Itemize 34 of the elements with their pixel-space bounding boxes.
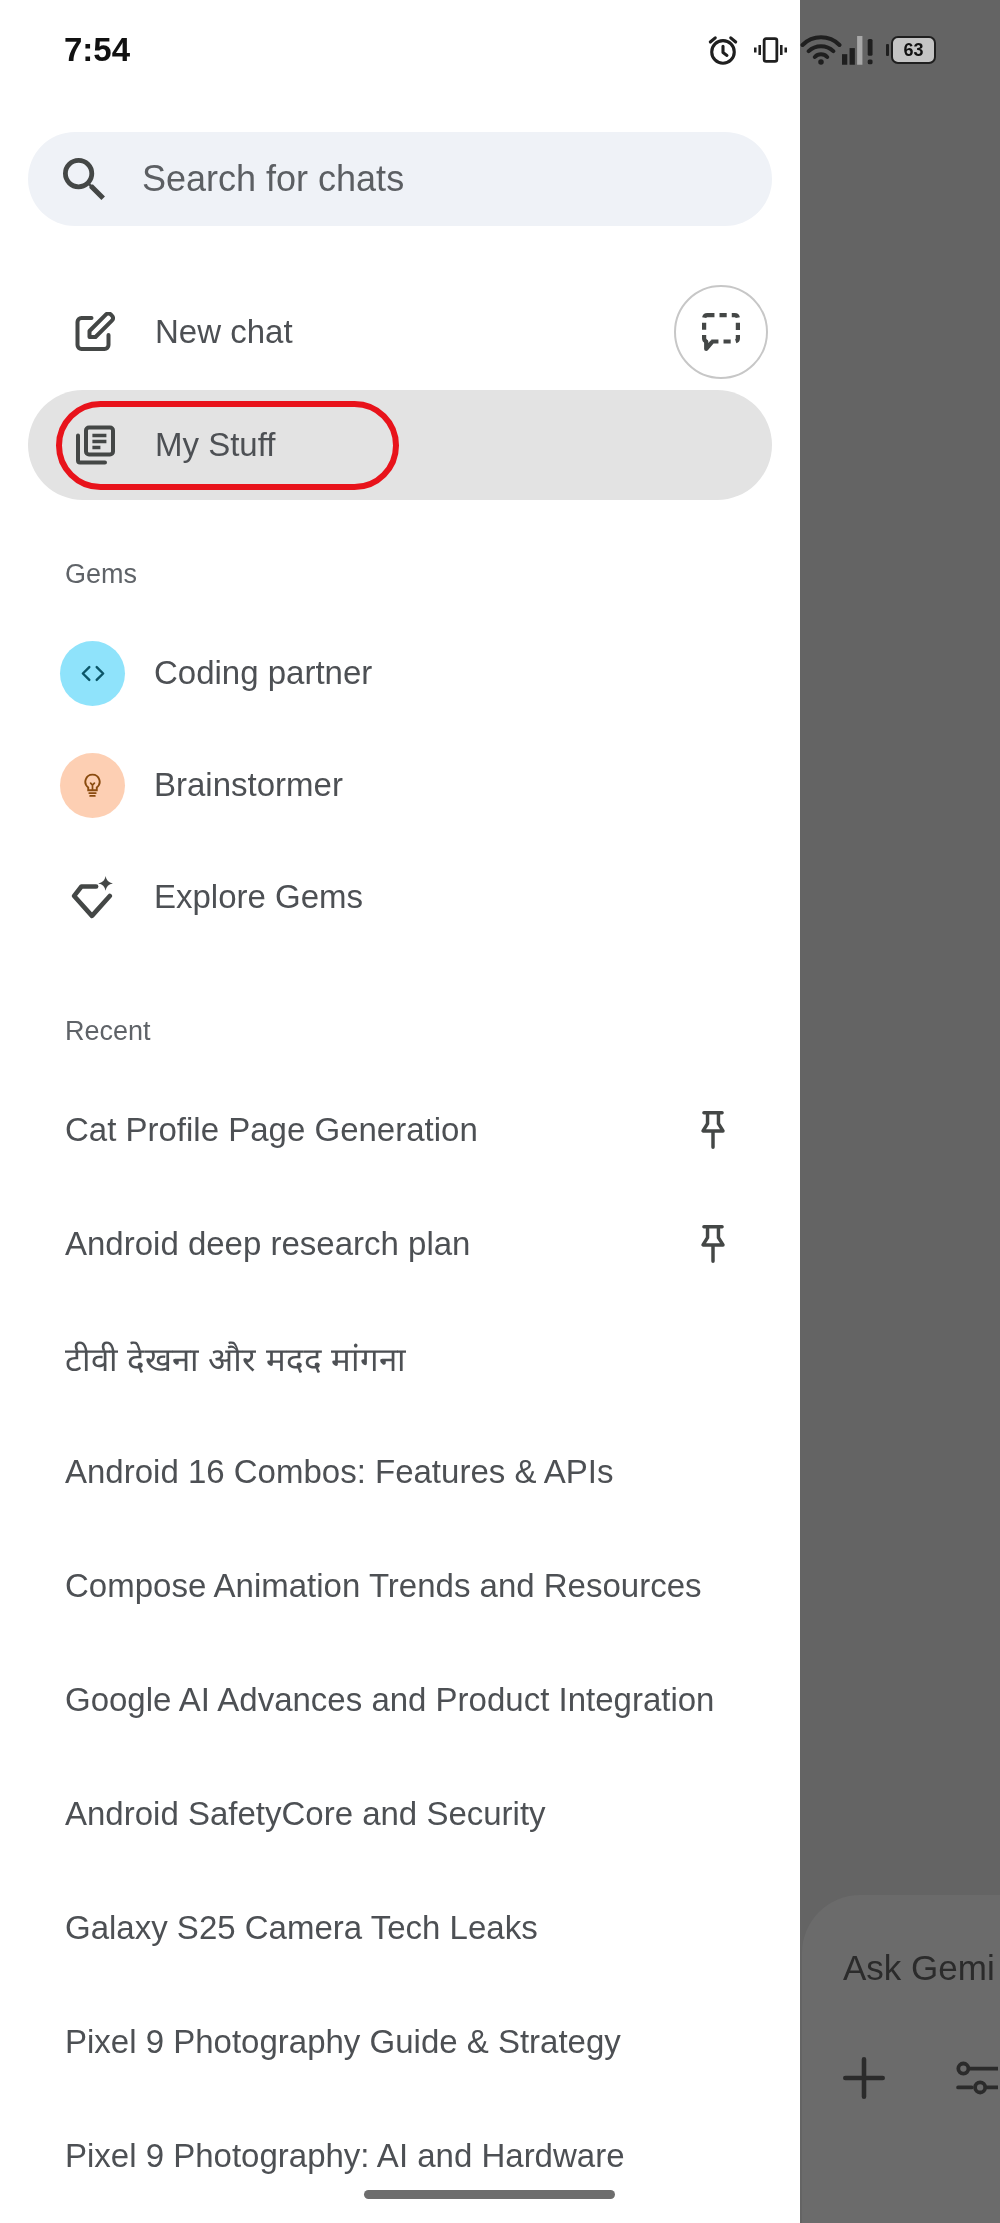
- vibrate-icon: [754, 37, 787, 63]
- chat-item[interactable]: Galaxy S25 Camera Tech Leaks: [28, 1871, 772, 1985]
- pin-icon[interactable]: [700, 1110, 726, 1150]
- chat-item[interactable]: Pixel 9 Photography Guide & Strategy: [28, 1985, 772, 2099]
- plus-icon[interactable]: [843, 2057, 885, 2099]
- chat-item[interactable]: Android 16 Combos: Features & APIs: [28, 1415, 772, 1529]
- chat-item[interactable]: Compose Animation Trends and Resources: [28, 1529, 772, 1643]
- chat-item[interactable]: Pixel 9 Photography: AI and Hardware: [28, 2099, 772, 2213]
- dashed-chat-icon: [702, 313, 740, 351]
- signal-icon: [842, 35, 873, 65]
- battery-indicator: 63: [886, 36, 936, 64]
- gem-item[interactable]: Coding partner: [28, 617, 772, 729]
- chat-item[interactable]: टीवी देखना और मदद मांगना: [28, 1301, 772, 1415]
- pin-icon[interactable]: [700, 1224, 726, 1264]
- search-icon: [63, 158, 105, 200]
- prompt-input[interactable]: Ask Gemi: [843, 1947, 1000, 1989]
- wifi-icon: [800, 35, 842, 65]
- alarm-clock-icon: [708, 34, 738, 66]
- chat-item[interactable]: Google AI Advances and Product Integration: [28, 1643, 772, 1757]
- gem-item[interactable]: Explore Gems: [28, 841, 772, 953]
- sliders-icon[interactable]: [956, 2061, 998, 2095]
- library-icon: [75, 424, 115, 466]
- gem-item[interactable]: Brainstormer: [28, 729, 772, 841]
- chat-item[interactable]: Android SafetyCore and Security: [28, 1757, 772, 1871]
- chat-item[interactable]: Android deep research plan: [28, 1187, 772, 1301]
- section-heading: Recent: [64, 1015, 152, 1048]
- search-field[interactable]: Search for chats: [28, 132, 772, 226]
- chat-item[interactable]: Cat Profile Page Generation: [28, 1073, 772, 1187]
- menu-item[interactable]: New chat: [28, 277, 333, 387]
- clock-time: 7:54: [64, 31, 131, 69]
- gem-sparkle-icon: [70, 875, 115, 919]
- menu-item[interactable]: My Stuff: [28, 390, 772, 500]
- edit-icon: [75, 311, 115, 353]
- section-heading: Gems: [64, 558, 138, 591]
